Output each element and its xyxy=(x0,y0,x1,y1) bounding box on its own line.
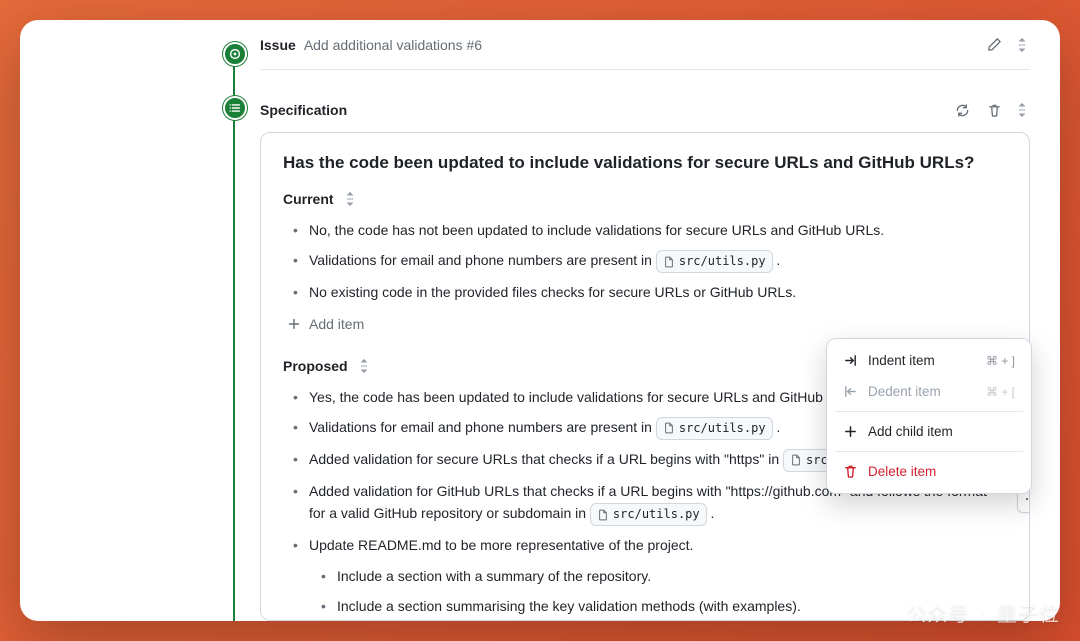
plus-icon xyxy=(843,424,858,439)
drag-handle-icon[interactable] xyxy=(1014,37,1030,53)
file-icon xyxy=(597,509,609,521)
issue-row: Issue Add additional validations #6 xyxy=(260,42,1030,70)
menu-delete[interactable]: Delete item xyxy=(833,456,1025,487)
file-chip[interactable]: src/utils.py xyxy=(590,503,707,526)
specification-label: Specification xyxy=(260,102,347,118)
indent-icon xyxy=(843,353,858,368)
edit-icon[interactable] xyxy=(982,33,1006,57)
dedent-icon xyxy=(843,384,858,399)
plus-icon xyxy=(287,317,301,331)
drag-handle-icon[interactable] xyxy=(342,191,358,207)
app-window: Issue Add additional validations #6 Spec… xyxy=(20,20,1060,621)
file-chip[interactable]: src/utils.py xyxy=(656,417,773,440)
list-item[interactable]: Include a section with a summary of the … xyxy=(319,565,1007,587)
file-icon xyxy=(663,422,675,434)
list-item[interactable]: Validations for email and phone numbers … xyxy=(291,249,1007,273)
proposed-label: Proposed xyxy=(283,358,348,374)
context-menu: Indent item ⌘ + ] Dedent item ⌘ + [ Add … xyxy=(826,338,1032,494)
specification-row: Specification xyxy=(260,96,1030,124)
menu-add-child[interactable]: Add child item xyxy=(833,416,1025,447)
shortcut-label: ⌘ + [ xyxy=(986,385,1015,399)
menu-indent[interactable]: Indent item ⌘ + ] xyxy=(833,345,1025,376)
issue-node-icon xyxy=(223,42,247,66)
file-chip[interactable]: src/utils.py xyxy=(656,250,773,273)
list-item[interactable]: No existing code in the provided files c… xyxy=(291,281,1007,303)
issue-title[interactable]: Add additional validations #6 xyxy=(304,37,482,53)
issue-label: Issue xyxy=(260,37,296,53)
menu-dedent: Dedent item ⌘ + [ xyxy=(833,376,1025,407)
current-section-header: Current xyxy=(283,191,1007,207)
trash-icon[interactable] xyxy=(982,98,1006,122)
file-icon xyxy=(790,454,802,466)
timeline-line xyxy=(233,50,235,621)
spec-question: Has the code been updated to include val… xyxy=(283,153,1007,173)
menu-separator xyxy=(835,451,1023,452)
kebab-icon xyxy=(1024,492,1030,506)
list-item[interactable]: No, the code has not been updated to inc… xyxy=(291,219,1007,241)
current-list: No, the code has not been updated to inc… xyxy=(283,219,1007,304)
refresh-icon[interactable] xyxy=(950,98,974,122)
current-label: Current xyxy=(283,191,334,207)
list-item[interactable]: Include a section summarising the key va… xyxy=(319,595,1007,617)
menu-separator xyxy=(835,411,1023,412)
trash-icon xyxy=(843,464,858,479)
file-icon xyxy=(663,256,675,268)
add-item-button[interactable]: Add item xyxy=(287,316,364,332)
shortcut-label: ⌘ + ] xyxy=(986,354,1015,368)
drag-handle-icon[interactable] xyxy=(356,358,372,374)
drag-handle-icon[interactable] xyxy=(1014,102,1030,118)
spec-node-icon xyxy=(223,96,247,120)
list-item[interactable]: Update README.md to be more representati… xyxy=(291,534,1007,621)
